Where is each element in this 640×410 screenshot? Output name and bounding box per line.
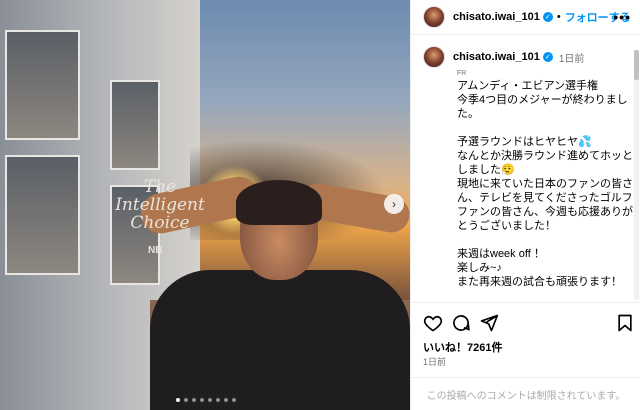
caption-username-link[interactable]: chisato.iwai_101 [453,51,540,63]
caption-avatar[interactable] [423,46,445,68]
caption-area: chisato.iwai_101 ✓ 1日前 FR アムンディ・エビアン選手権 … [411,36,635,302]
carousel-dot [232,398,236,402]
heart-icon[interactable] [423,313,443,333]
carousel-next-button[interactable]: › [384,194,404,214]
chevron-right-icon: › [392,197,396,211]
carousel-dot [184,398,188,402]
shirt [150,270,410,410]
carousel-dot [176,398,180,402]
post-caption: アムンディ・エビアン選手権 今季4つ目のメジャーが終わりました。 予選ラウンドは… [457,80,633,288]
carousel-dot [208,398,212,402]
window-pane [5,155,80,275]
shirt-logo: NB [148,245,163,256]
username-link[interactable]: chisato.iwai_101 [453,11,540,23]
hair [236,180,322,225]
verified-badge-icon: ✓ [542,12,553,22]
share-icon[interactable] [479,313,499,333]
carousel-dot [192,398,196,402]
carousel-dot [216,398,220,402]
caption-scrollbar[interactable] [634,50,639,300]
window-pane [5,30,80,140]
carousel-dot [224,398,228,402]
post-sidebar: chisato.iwai_101 ✓ • フォローする ••• chisato.… [410,0,640,410]
action-bar: いいね！7261件 1日前 この投稿へのコメントは制限されています。 [411,302,640,410]
scrollbar-thumb[interactable] [634,50,639,80]
comment-icon[interactable] [451,313,471,333]
more-options-icon[interactable]: ••• [613,9,631,25]
avatar[interactable] [423,6,445,28]
post-time-ago: 1日前 [558,53,585,65]
separator-dot: • [556,11,561,23]
post-date[interactable]: 1日前 [423,355,446,368]
post-photo[interactable]: The Intelligent Choice NB › [0,0,410,410]
caption-header: chisato.iwai_101 ✓ 1日前 [423,46,635,68]
post-header: chisato.iwai_101 ✓ • フォローする ••• [411,0,640,35]
carousel-indicator [176,398,236,402]
bookmark-icon[interactable] [615,313,635,333]
shirt-print-text: The Intelligent Choice [115,177,205,233]
verified-badge-icon: ✓ [542,52,553,62]
carousel-dot [200,398,204,402]
like-count[interactable]: いいね！7261件 [423,339,502,355]
comment-restricted-notice: この投稿へのコメントは制限されています。 [411,377,640,410]
location-label: FR [457,70,467,77]
